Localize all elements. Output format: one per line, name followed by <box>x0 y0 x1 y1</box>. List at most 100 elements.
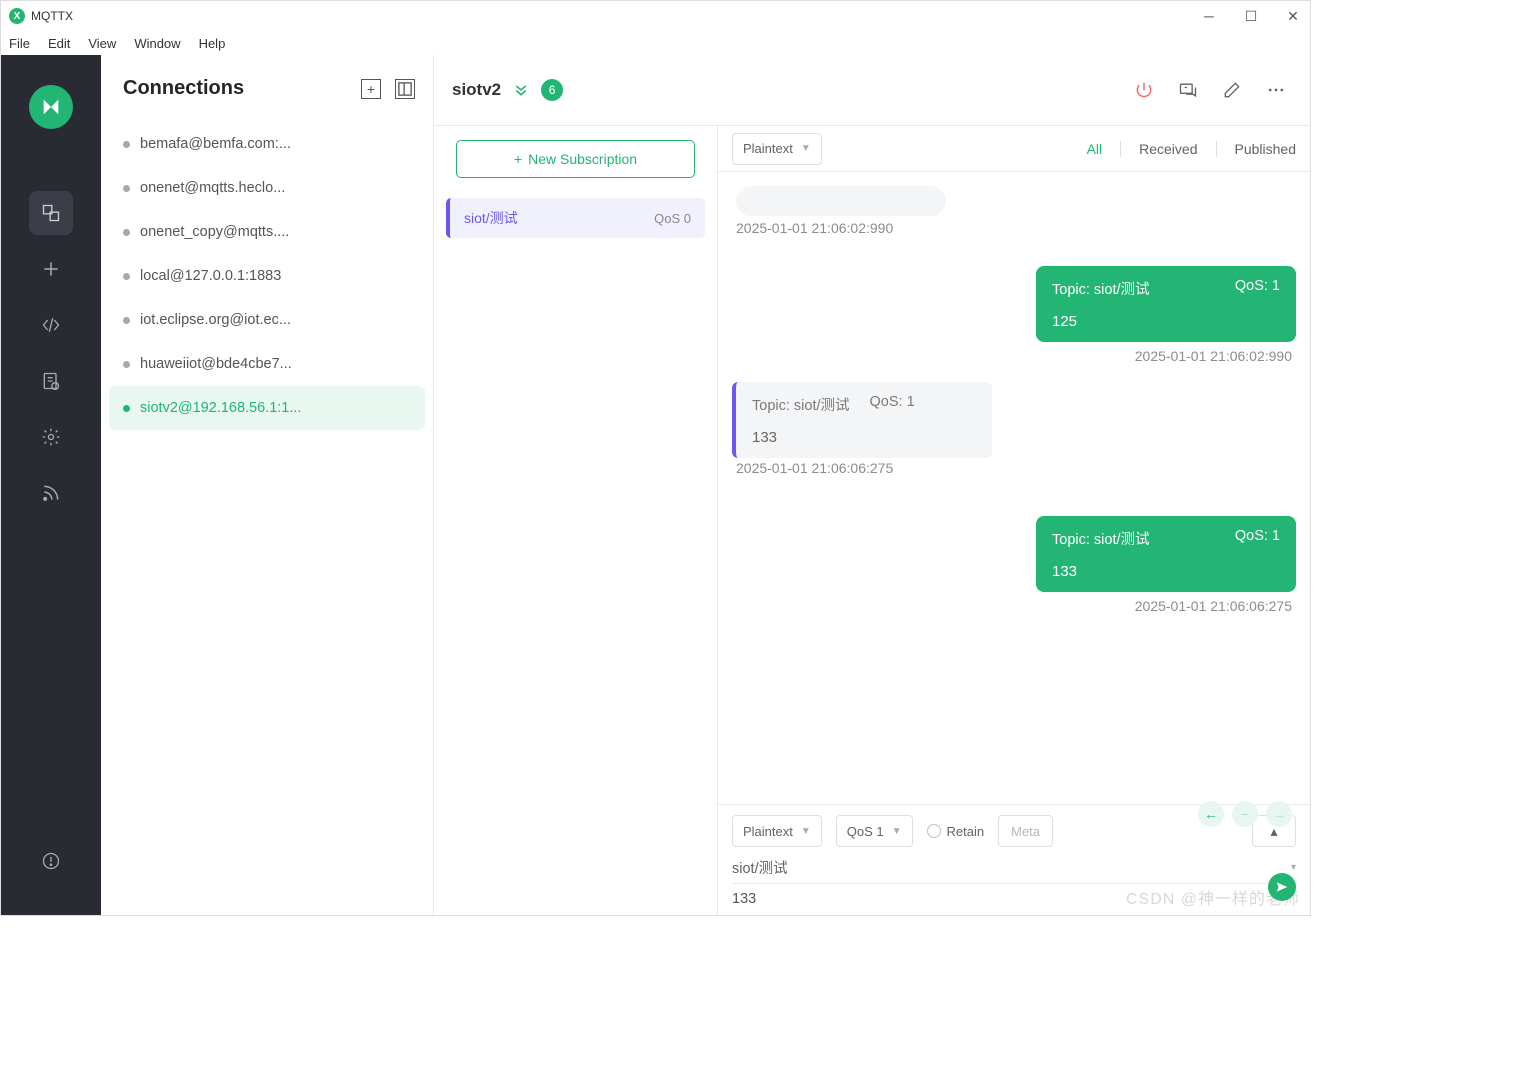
nav-log[interactable] <box>29 359 73 403</box>
menubar: File Edit View Window Help <box>1 31 1310 55</box>
history-prev-button[interactable]: ← <box>1198 801 1224 827</box>
connection-item[interactable]: bemafa@bemfa.com:... <box>109 122 425 166</box>
menu-edit[interactable]: Edit <box>48 36 70 51</box>
connection-header: siotv2 6 <box>434 55 1310 125</box>
topic-input[interactable] <box>732 855 1291 879</box>
chat-icon[interactable] <box>1178 80 1198 100</box>
more-button[interactable] <box>1266 80 1286 100</box>
message-qos: QoS: 1 <box>870 394 915 415</box>
connection-item[interactable]: onenet_copy@mqtts.... <box>109 210 425 254</box>
app-logo <box>29 85 73 129</box>
nav-new[interactable] <box>29 247 73 291</box>
nav-feed[interactable] <box>29 471 73 515</box>
maximize-button[interactable]: ☐ <box>1244 8 1258 25</box>
nav-connections[interactable] <box>29 191 73 235</box>
menu-window[interactable]: Window <box>134 36 180 51</box>
messages-list[interactable]: 2025-01-01 21:06:02:990 Topic: siot/测试 Q… <box>718 172 1310 804</box>
minimize-button[interactable]: ─ <box>1202 8 1216 25</box>
message-qos: QoS: 1 <box>1235 278 1280 299</box>
connections-title: Connections <box>123 77 244 100</box>
subscription-topic: siot/测试 <box>464 208 518 228</box>
main-panel: siotv2 6 <box>434 55 1310 915</box>
status-dot <box>123 273 130 280</box>
message-count-badge: 6 <box>541 79 563 101</box>
edit-button[interactable] <box>1222 80 1242 100</box>
nav-scripts[interactable] <box>29 303 73 347</box>
connections-panel: Connections + bemafa@bemfa.com:... onene… <box>101 55 434 915</box>
nav-rail <box>1 55 101 915</box>
message-payload: 133 <box>752 429 976 446</box>
connection-label: onenet@mqtts.heclo... <box>140 180 285 196</box>
status-dot <box>123 229 130 236</box>
close-button[interactable]: ✕ <box>1286 8 1300 25</box>
status-dot <box>123 405 130 412</box>
message-payload: 125 <box>1052 313 1280 330</box>
status-dot <box>123 185 130 192</box>
connection-label: iot.eclipse.org@iot.ec... <box>140 312 291 328</box>
filter-all[interactable]: All <box>1087 141 1103 157</box>
status-dot <box>123 361 130 368</box>
qos-select[interactable]: QoS 1 ▼ <box>836 815 913 847</box>
status-dot <box>123 317 130 324</box>
message-topic: Topic: siot/测试 <box>1052 278 1150 299</box>
subscription-qos: QoS 0 <box>654 211 691 226</box>
radio-icon <box>927 824 941 838</box>
payload-format-label: Plaintext <box>743 824 793 839</box>
add-connection-button[interactable]: + <box>361 79 381 99</box>
message-outgoing: Topic: siot/测试 QoS: 1 133 <box>1036 516 1296 592</box>
chevron-down-icon: ▼ <box>892 826 902 837</box>
titlebar: X MQTTX ─ ☐ ✕ <box>1 1 1310 31</box>
message-outgoing: Topic: siot/测试 QoS: 1 125 <box>1036 266 1296 342</box>
connection-item-active[interactable]: siotv2@192.168.56.1:1... <box>109 386 425 430</box>
app-title: MQTTX <box>31 9 73 23</box>
retain-toggle[interactable]: Retain <box>927 824 985 839</box>
plus-icon: + <box>514 151 522 167</box>
app-logo-small: X <box>9 8 25 24</box>
toggle-panel-button[interactable] <box>395 79 415 99</box>
send-fab[interactable] <box>1268 873 1296 901</box>
connection-item[interactable]: onenet@mqtts.heclo... <box>109 166 425 210</box>
chevron-down-icon: ▼ <box>801 826 811 837</box>
messages-wrap: Plaintext ▼ All Received Published <box>717 126 1310 915</box>
connection-label: local@127.0.0.1:1883 <box>140 268 281 284</box>
connection-item[interactable]: huaweiiot@bde4cbe7... <box>109 342 425 386</box>
subscriptions-panel: + New Subscription siot/测试 QoS 0 <box>434 126 717 915</box>
nav-settings[interactable] <box>29 415 73 459</box>
message-timestamp: 2025-01-01 21:06:06:275 <box>736 460 1296 476</box>
disconnect-button[interactable] <box>1134 80 1154 100</box>
menu-help[interactable]: Help <box>199 36 226 51</box>
history-next-button[interactable]: → <box>1266 801 1292 827</box>
message-timestamp: 2025-01-01 21:06:02:990 <box>736 220 1296 236</box>
subscription-item[interactable]: siot/测试 QoS 0 <box>446 198 705 238</box>
retain-label: Retain <box>947 824 985 839</box>
connection-label: siotv2@192.168.56.1:1... <box>140 400 301 416</box>
message-timestamp: 2025-01-01 21:06:02:990 <box>732 348 1292 364</box>
meta-label: Meta <box>1011 824 1040 839</box>
history-minus-button[interactable]: − <box>1232 801 1258 827</box>
filter-published[interactable]: Published <box>1235 141 1297 157</box>
message-incoming: Topic: siot/测试 QoS: 1 133 <box>732 382 992 458</box>
menu-file[interactable]: File <box>9 36 30 51</box>
message-payload: 133 <box>1052 563 1280 580</box>
nav-help[interactable] <box>29 839 73 883</box>
chevron-down-icon: ▼ <box>801 143 811 154</box>
status-dot <box>123 141 130 148</box>
filter-received[interactable]: Received <box>1139 141 1197 157</box>
messages-toolbar: Plaintext ▼ All Received Published <box>718 126 1310 172</box>
new-subscription-button[interactable]: + New Subscription <box>456 140 695 178</box>
menu-view[interactable]: View <box>88 36 116 51</box>
payload-format-select[interactable]: Plaintext ▼ <box>732 815 822 847</box>
message-timestamp: 2025-01-01 21:06:06:275 <box>732 598 1292 614</box>
message-topic: Topic: siot/测试 <box>1052 528 1150 549</box>
message-bubble-partial <box>736 186 946 216</box>
app-window: X MQTTX ─ ☐ ✕ File Edit View Window Help <box>0 0 1311 916</box>
connection-item[interactable]: iot.eclipse.org@iot.ec... <box>109 298 425 342</box>
connection-item[interactable]: local@127.0.0.1:1883 <box>109 254 425 298</box>
chevron-down-icon[interactable]: ▾ <box>1291 862 1296 873</box>
expand-icon[interactable] <box>513 82 529 98</box>
message-topic: Topic: siot/测试 <box>752 394 850 415</box>
display-format-select[interactable]: Plaintext ▼ <box>732 133 822 165</box>
meta-button[interactable]: Meta <box>998 815 1053 847</box>
message-qos: QoS: 1 <box>1235 528 1280 549</box>
new-subscription-label: New Subscription <box>528 151 637 167</box>
